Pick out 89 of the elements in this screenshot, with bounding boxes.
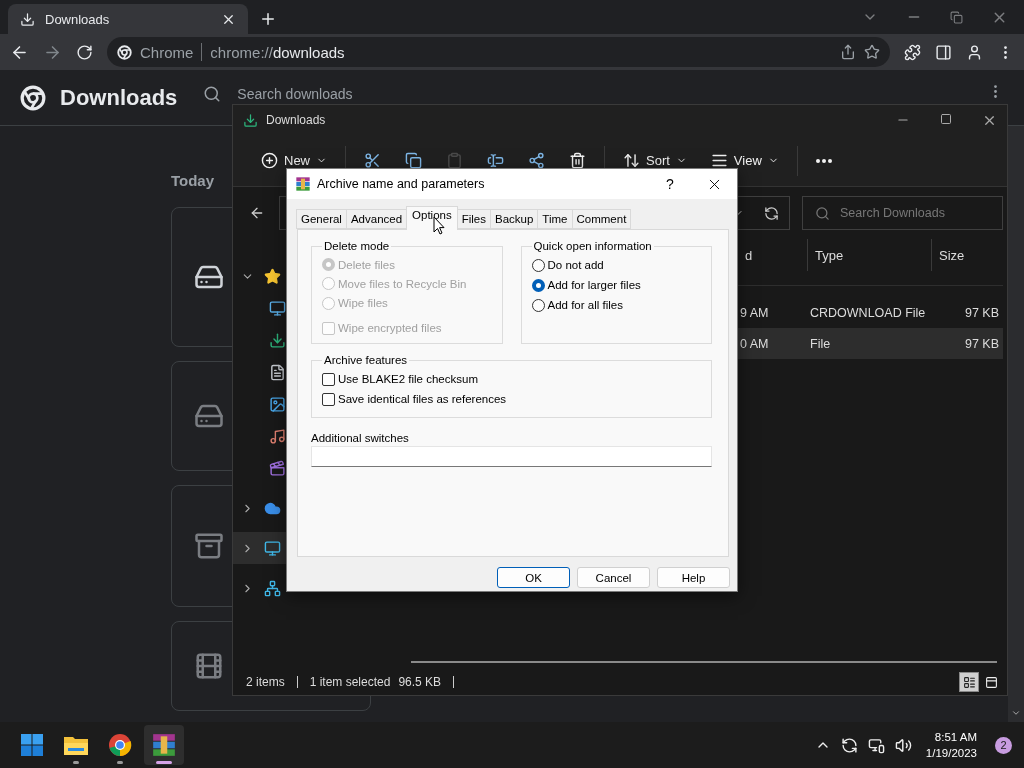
switches-field[interactable] (311, 446, 712, 467)
table-cell-text: 97 KB (963, 304, 1000, 321)
radio-option[interactable]: Add for all files (531, 296, 703, 314)
list-icon (962, 675, 976, 689)
network-icon (264, 579, 281, 597)
scrollbar[interactable] (1008, 126, 1024, 722)
sync-icon[interactable] (840, 736, 858, 754)
desktop-icon (269, 299, 286, 317)
volume-icon[interactable] (894, 736, 912, 754)
site-label: Chrome (140, 43, 194, 61)
archive-app-icon (151, 732, 177, 758)
chrome-icon (117, 44, 132, 60)
archive-app-icon (295, 176, 311, 192)
table-cell-text: 97 KB (963, 335, 1000, 352)
help-button[interactable]: ? (655, 175, 685, 193)
view-button[interactable]: View (700, 142, 789, 179)
bookmark-star-icon[interactable] (864, 44, 880, 60)
back-icon (249, 205, 265, 221)
table-cell-text: 9 AM (739, 304, 770, 321)
music-icon (269, 427, 286, 445)
picture-icon (269, 395, 286, 413)
dialog-tab[interactable]: Options (406, 206, 458, 230)
dialog-button[interactable]: OK (497, 567, 570, 588)
window-title: Downloads (266, 113, 326, 127)
scrollbar[interactable] (411, 661, 997, 663)
radio-option[interactable]: Add for larger files (531, 276, 703, 294)
scroll-down-icon[interactable] (1011, 708, 1021, 718)
dialog-tab[interactable]: Comment (571, 209, 632, 229)
refresh-icon[interactable] (764, 205, 779, 221)
table-cell-text: CRDOWNLOAD File (809, 304, 927, 321)
column-header[interactable]: Size (931, 239, 1007, 271)
nav-item[interactable] (233, 532, 287, 564)
restore-icon[interactable] (950, 10, 963, 24)
group-label: Quick open information (532, 240, 653, 252)
column-header[interactable]: Type (807, 239, 931, 271)
clock-date[interactable]: 1/19/2023 (925, 745, 977, 761)
preview-icon (984, 675, 998, 689)
video-icon (269, 459, 286, 477)
maximize-icon[interactable] (940, 112, 952, 125)
download-icon (269, 331, 286, 349)
dialog-button[interactable]: Cancel (577, 567, 650, 588)
group-label: Delete mode (323, 240, 391, 252)
address-bar[interactable]: Chrome chrome://downloads (107, 37, 890, 67)
table-cell-text: File (809, 335, 832, 352)
search-field[interactable]: Search Downloads (802, 196, 1003, 230)
page-title: Downloads (60, 84, 178, 111)
chrome-logo-icon (20, 84, 46, 111)
document-icon (269, 363, 286, 381)
archiver-button[interactable] (144, 725, 184, 765)
plus-icon (259, 10, 277, 28)
side-panel-icon[interactable] (935, 43, 952, 61)
dialog-tab[interactable]: Time (537, 209, 573, 229)
windows-start-icon (20, 733, 44, 757)
item-count: 2 items (246, 675, 285, 689)
field-label: Additional switches (311, 432, 410, 444)
checkbox-option[interactable]: Use BLAKE2 file checksum (322, 370, 703, 388)
folder-icon (63, 734, 89, 756)
dialog-tab[interactable]: Backup (490, 209, 539, 229)
search-icon (203, 85, 222, 103)
search-icon (815, 205, 830, 221)
selection-size: 96.5 KB (398, 675, 442, 689)
selection-info: 1 item selected (309, 675, 391, 689)
dialog-tab[interactable]: General (296, 209, 347, 229)
radio-option[interactable]: Do not add (531, 256, 703, 274)
dialog-button[interactable]: Help (657, 567, 730, 588)
date-heading: Today (171, 172, 215, 189)
download-icon (20, 11, 35, 27)
extensions-icon[interactable] (904, 43, 921, 61)
browser-tab[interactable]: Downloads (8, 4, 248, 34)
chrome-icon (108, 733, 132, 757)
profile-icon[interactable] (966, 43, 983, 61)
dialog-tab[interactable]: Advanced (345, 209, 408, 229)
dialog-title: Archive name and parameters (317, 177, 486, 191)
download-icon (243, 112, 258, 128)
details-view-button[interactable] (959, 672, 979, 692)
checkbox-option[interactable]: Save identical files as references (322, 390, 703, 408)
star-icon (264, 267, 281, 285)
table-cell-text: 0 AM (739, 335, 770, 352)
network-icon[interactable] (867, 736, 885, 754)
group-label: Archive features (323, 354, 409, 366)
reload-icon[interactable] (76, 43, 93, 61)
computer-icon (264, 539, 281, 557)
film-icon (194, 651, 224, 681)
share-icon[interactable] (840, 44, 856, 60)
tab-title: Downloads (45, 11, 111, 27)
clock-time[interactable]: 8:51 AM (934, 729, 977, 745)
notification-badge[interactable]: 2 (995, 736, 1012, 754)
archive-icon (194, 531, 224, 561)
url-text: chrome://downloads (210, 43, 345, 61)
